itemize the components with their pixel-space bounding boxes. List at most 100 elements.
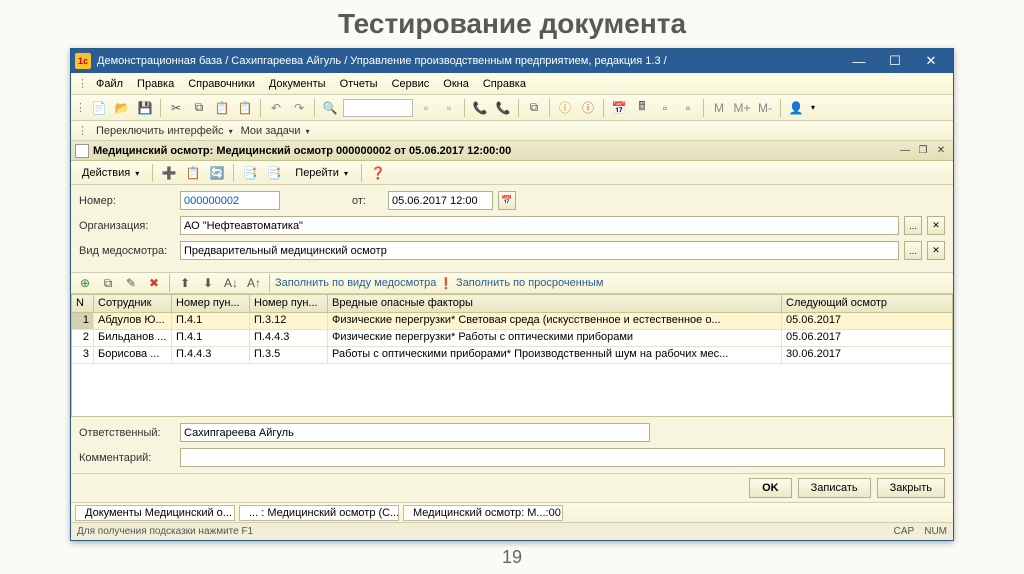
help2-icon[interactable]: ❓ bbox=[368, 163, 388, 183]
type-clear-icon[interactable]: ✕ bbox=[927, 241, 945, 260]
copydoc-icon[interactable]: ⧉ bbox=[524, 98, 544, 118]
minimize-button[interactable]: — bbox=[841, 50, 877, 72]
document-icon bbox=[75, 144, 89, 158]
refresh-icon[interactable]: 🔄 bbox=[207, 163, 227, 183]
window-title: Демонстрационная база / Сахипгареева Айг… bbox=[97, 55, 667, 67]
tool-b-icon[interactable]: ▫ bbox=[439, 98, 459, 118]
fill-overdue[interactable]: Заполнить по просроченным bbox=[456, 277, 603, 289]
search-input[interactable] bbox=[343, 99, 413, 117]
menu-edit[interactable]: Правка bbox=[131, 76, 180, 92]
col-n[interactable]: N bbox=[72, 295, 94, 312]
org-clear-icon[interactable]: ✕ bbox=[927, 216, 945, 235]
redo-icon[interactable]: ↷ bbox=[289, 98, 309, 118]
col-next[interactable]: Следующий осмотр bbox=[782, 295, 952, 312]
titlebar: 1c Демонстрационная база / Сахипгареева … bbox=[71, 49, 953, 73]
mplus-icon[interactable]: M+ bbox=[732, 98, 752, 118]
main-toolbar: ⋮ 📄 📂 💾 ✂ ⧉ 📋 📋 ↶ ↷ 🔍 ▫ ▫ 📞 📞 ⧉ ⓘ ⓘ bbox=[71, 95, 953, 121]
comment-field[interactable] bbox=[180, 448, 945, 467]
bottom-tab[interactable]: ... : Медицинский осмотр (С... bbox=[239, 505, 399, 521]
switch-interface[interactable]: Переключить интерфейс ▾ bbox=[96, 125, 233, 137]
menu-documents[interactable]: Документы bbox=[263, 76, 332, 92]
sort-desc-icon[interactable]: A↑ bbox=[244, 273, 264, 293]
table-row[interactable]: 1 Абдулов Ю... П.4.1 П.3.12 Физические п… bbox=[72, 313, 952, 330]
help-icon[interactable]: ⓘ bbox=[555, 98, 575, 118]
save-button[interactable]: Записать bbox=[798, 478, 871, 498]
form-area: Номер: 000000002 от: 05.06.2017 12:00 📅 … bbox=[71, 185, 953, 272]
row-add-icon[interactable]: ⊕ bbox=[75, 273, 95, 293]
m-icon[interactable]: M bbox=[709, 98, 729, 118]
tool-a-icon[interactable]: ▫ bbox=[416, 98, 436, 118]
maximize-button[interactable]: ☐ bbox=[877, 50, 913, 72]
label-type: Вид медосмотра: bbox=[79, 245, 174, 257]
col-employee[interactable]: Сотрудник bbox=[94, 295, 172, 312]
org-select-icon[interactable]: ... bbox=[904, 216, 922, 235]
row-delete-icon[interactable]: ✖ bbox=[144, 273, 164, 293]
col-factors[interactable]: Вредные опасные факторы bbox=[328, 295, 782, 312]
menu-catalogs[interactable]: Справочники bbox=[182, 76, 261, 92]
ok-button[interactable]: OK bbox=[749, 478, 792, 498]
search-icon[interactable]: 🔍 bbox=[320, 98, 340, 118]
call2-icon[interactable]: 📞 bbox=[493, 98, 513, 118]
bottom-tab[interactable]: Документы Медицинский о... bbox=[75, 505, 235, 521]
col-p1[interactable]: Номер пун... bbox=[172, 295, 250, 312]
new-icon[interactable]: 📄 bbox=[89, 98, 109, 118]
sort-asc-icon[interactable]: A↓ bbox=[221, 273, 241, 293]
fill-by-type[interactable]: Заполнить по виду медосмотра bbox=[275, 277, 436, 289]
doc-max-button[interactable]: ❐ bbox=[915, 143, 931, 159]
org-field[interactable]: АО "Нефтеавтоматика" bbox=[180, 216, 899, 235]
row-down-icon[interactable]: ⬇ bbox=[198, 273, 218, 293]
calendar-icon[interactable]: 📅 bbox=[609, 98, 629, 118]
menu-windows[interactable]: Окна bbox=[437, 76, 475, 92]
menu-file[interactable]: Файл bbox=[90, 76, 129, 92]
document-toolbar: Действия ▾ ➕ 📋 🔄 📑 📑 Перейти ▾ ❓ bbox=[71, 161, 953, 185]
cut-icon[interactable]: ✂ bbox=[166, 98, 186, 118]
goto-button[interactable]: Перейти ▾ bbox=[288, 164, 355, 182]
add-icon[interactable]: ➕ bbox=[159, 163, 179, 183]
date-field[interactable]: 05.06.2017 12:00 bbox=[388, 191, 493, 210]
table-row[interactable]: 2 Бильданов ... П.4.1 П.4.4.3 Физические… bbox=[72, 330, 952, 347]
menu-help[interactable]: Справка bbox=[477, 76, 532, 92]
post-icon[interactable]: 📑 bbox=[240, 163, 260, 183]
menu-service[interactable]: Сервис bbox=[386, 76, 436, 92]
statusbar: Для получения подсказки нажмите F1 CAP N… bbox=[71, 522, 953, 540]
document-header: Медицинский осмотр: Медицинский осмотр 0… bbox=[71, 141, 953, 161]
copy-icon[interactable]: ⧉ bbox=[189, 98, 209, 118]
paste-icon[interactable]: 📋 bbox=[212, 98, 232, 118]
menubar: ⋮ Файл Правка Справочники Документы Отче… bbox=[71, 73, 953, 95]
doc-close-button[interactable]: ✕ bbox=[933, 143, 949, 159]
save2-icon[interactable]: 📋 bbox=[183, 163, 203, 183]
save-icon[interactable]: 💾 bbox=[135, 98, 155, 118]
status-hint: Для получения подсказки нажмите F1 bbox=[77, 526, 253, 537]
label-from: от: bbox=[352, 195, 382, 207]
number-field[interactable]: 000000002 bbox=[180, 191, 280, 210]
call-icon[interactable]: 📞 bbox=[470, 98, 490, 118]
calc-icon[interactable]: 🖩 bbox=[632, 98, 652, 118]
mminus-icon[interactable]: M- bbox=[755, 98, 775, 118]
info-icon[interactable]: ⓘ bbox=[578, 98, 598, 118]
resp-field[interactable]: Сахипгареева Айгуль bbox=[180, 423, 650, 442]
actions-button[interactable]: Действия ▾ bbox=[75, 164, 146, 182]
warning-icon: ❗ bbox=[439, 277, 453, 290]
col-p2[interactable]: Номер пун... bbox=[250, 295, 328, 312]
row-edit-icon[interactable]: ✎ bbox=[121, 273, 141, 293]
close-button[interactable]: ✕ bbox=[913, 50, 949, 72]
user-icon[interactable]: 👤 bbox=[786, 98, 806, 118]
undo-icon[interactable]: ↶ bbox=[266, 98, 286, 118]
tool-d-icon[interactable]: ▫ bbox=[678, 98, 698, 118]
paste2-icon[interactable]: 📋 bbox=[235, 98, 255, 118]
type-select-icon[interactable]: ... bbox=[904, 241, 922, 260]
tool-c-icon[interactable]: ▫ bbox=[655, 98, 675, 118]
menu-reports[interactable]: Отчеты bbox=[334, 76, 384, 92]
close-doc-button[interactable]: Закрыть bbox=[877, 478, 945, 498]
unpost-icon[interactable]: 📑 bbox=[264, 163, 284, 183]
bottom-tab[interactable]: Медицинский осмотр: М...:00 bbox=[403, 505, 563, 521]
row-copy-icon[interactable]: ⧉ bbox=[98, 273, 118, 293]
my-tasks[interactable]: Мои задачи ▾ bbox=[241, 125, 310, 137]
status-num: NUM bbox=[924, 526, 947, 537]
table-row[interactable]: 3 Борисова ... П.4.4.3 П.3.5 Работы с оп… bbox=[72, 347, 952, 364]
date-picker-icon[interactable]: 📅 bbox=[498, 191, 516, 210]
doc-min-button[interactable]: — bbox=[897, 143, 913, 159]
open-icon[interactable]: 📂 bbox=[112, 98, 132, 118]
type-field[interactable]: Предварительный медицинский осмотр bbox=[180, 241, 899, 260]
row-up-icon[interactable]: ⬆ bbox=[175, 273, 195, 293]
